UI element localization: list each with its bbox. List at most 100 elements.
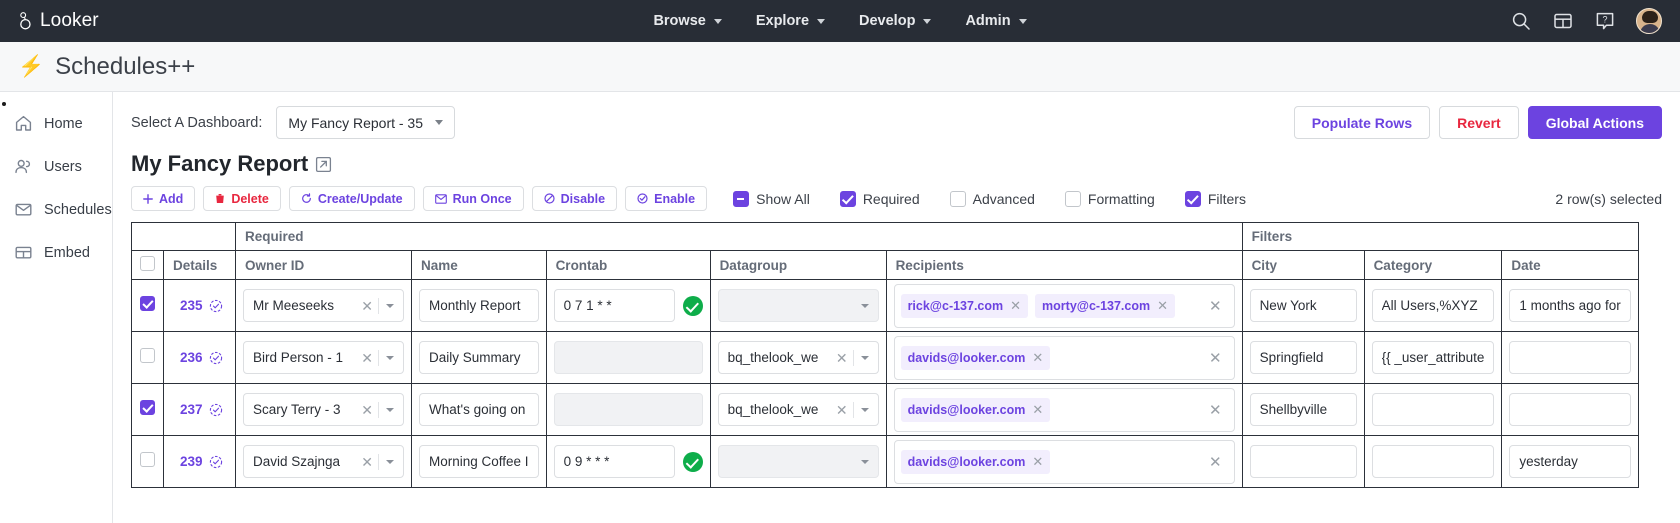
row-select-checkbox[interactable] — [140, 296, 155, 311]
name-field[interactable]: Morning Coffee I — [419, 445, 539, 478]
run-once-button[interactable]: Run Once — [423, 186, 524, 211]
sidebar-item-schedules[interactable]: Schedules — [0, 188, 112, 231]
global-actions-button[interactable]: Global Actions — [1528, 106, 1662, 139]
row-select-checkbox[interactable] — [140, 348, 155, 363]
clear-owner-icon[interactable]: ✕ — [356, 455, 378, 469]
crontab-field[interactable]: 0 9 * * * — [554, 445, 675, 478]
owner-id-field[interactable]: Bird Person - 1 ✕ — [243, 341, 404, 374]
looker-logo[interactable]: Looker — [18, 10, 99, 32]
checkbox-formatting[interactable]: Formatting — [1065, 191, 1155, 207]
clear-recipients-icon[interactable]: ✕ — [1203, 453, 1228, 471]
table-row[interactable]: 236 Bird Person - 1 ✕ Daily Summary — [132, 332, 1639, 384]
name-field[interactable]: Monthly Report — [419, 289, 539, 322]
recipients-field[interactable]: rick@c-137.com ✕ morty@c-137.com ✕ ✕ — [894, 284, 1235, 328]
clear-owner-icon[interactable]: ✕ — [356, 299, 378, 313]
chevron-down-icon[interactable] — [861, 408, 869, 412]
disable-button[interactable]: Disable — [532, 186, 617, 211]
row-select-cell[interactable] — [132, 436, 164, 488]
city-filter-field[interactable] — [1250, 445, 1357, 478]
row-select-cell[interactable] — [132, 280, 164, 332]
name-field[interactable]: Daily Summary — [419, 341, 539, 374]
sidebar-item-embed[interactable]: Embed — [0, 231, 112, 274]
checkbox-show-all[interactable]: Show All — [733, 191, 810, 207]
schedule-id[interactable]: 236 — [180, 350, 203, 365]
chevron-down-icon[interactable] — [386, 408, 394, 412]
row-select-checkbox[interactable] — [140, 400, 155, 415]
datagroup-field[interactable]: bq_thelook_we ✕ — [718, 341, 879, 374]
date-filter-field[interactable]: yesterday — [1509, 445, 1630, 478]
datagroup-field[interactable] — [718, 445, 879, 478]
date-filter-field[interactable] — [1509, 393, 1630, 426]
chevron-down-icon[interactable] — [861, 304, 869, 308]
category-filter-field[interactable] — [1372, 393, 1495, 426]
clear-recipients-icon[interactable]: ✕ — [1203, 349, 1228, 367]
nav-item-develop[interactable]: Develop — [859, 13, 931, 29]
row-select-checkbox[interactable] — [140, 452, 155, 467]
clear-owner-icon[interactable]: ✕ — [356, 351, 378, 365]
schedule-id[interactable]: 237 — [180, 402, 203, 417]
row-select-cell[interactable] — [132, 384, 164, 436]
recipients-field[interactable]: davids@looker.com ✕ ✕ — [894, 440, 1235, 484]
recipient-chip[interactable]: rick@c-137.com ✕ — [901, 294, 1028, 318]
crontab-field[interactable]: 0 7 1 * * — [554, 289, 675, 322]
marketplace-icon[interactable] — [1552, 10, 1574, 32]
name-field[interactable]: What's going on — [419, 393, 539, 426]
owner-id-field[interactable]: David Szajnga ✕ — [243, 445, 404, 478]
schedule-id[interactable]: 239 — [180, 454, 203, 469]
crontab-field[interactable] — [554, 341, 703, 374]
chevron-down-icon[interactable] — [861, 356, 869, 360]
show-all-checkbox[interactable] — [733, 191, 749, 207]
owner-id-field[interactable]: Mr Meeseeks ✕ — [243, 289, 404, 322]
details-history-icon[interactable] — [209, 455, 223, 469]
date-filter-field[interactable] — [1509, 341, 1630, 374]
help-icon[interactable]: ? — [1594, 10, 1616, 32]
table-row[interactable]: 235 Mr Meeseeks ✕ Monthly Report — [132, 280, 1639, 332]
owner-id-field[interactable]: Scary Terry - 3 ✕ — [243, 393, 404, 426]
revert-button[interactable]: Revert — [1439, 106, 1519, 139]
chevron-down-icon[interactable] — [386, 304, 394, 308]
avatar[interactable] — [1636, 8, 1662, 34]
row-select-cell[interactable] — [132, 332, 164, 384]
category-filter-field[interactable] — [1372, 445, 1495, 478]
city-filter-field[interactable]: New York — [1250, 289, 1357, 322]
external-link-icon[interactable] — [315, 156, 332, 173]
select-all-header[interactable] — [132, 251, 164, 280]
recipient-chip[interactable]: davids@looker.com ✕ — [901, 398, 1051, 422]
datagroup-field[interactable] — [718, 289, 879, 322]
checkbox-advanced[interactable]: Advanced — [950, 191, 1035, 207]
clear-recipients-icon[interactable]: ✕ — [1203, 297, 1228, 315]
category-filter-field[interactable]: {{ _user_attribute — [1372, 341, 1495, 374]
recipient-chip[interactable]: davids@looker.com ✕ — [901, 450, 1051, 474]
recipient-chip[interactable]: morty@c-137.com ✕ — [1035, 294, 1175, 318]
recipients-field[interactable]: davids@looker.com ✕ ✕ — [894, 388, 1235, 432]
details-history-icon[interactable] — [209, 299, 223, 313]
remove-recipient-icon[interactable]: ✕ — [1157, 298, 1168, 314]
category-filter-field[interactable]: All Users,%XYZ — [1372, 289, 1495, 322]
add-button[interactable]: Add — [131, 186, 195, 211]
checkbox-required[interactable]: Required — [840, 191, 920, 207]
recipients-field[interactable]: davids@looker.com ✕ ✕ — [894, 336, 1235, 380]
chevron-down-icon[interactable] — [386, 460, 394, 464]
create-update-button[interactable]: Create/Update — [289, 186, 415, 211]
nav-item-admin[interactable]: Admin — [965, 13, 1026, 29]
schedule-id[interactable]: 235 — [180, 298, 203, 313]
table-row[interactable]: 239 David Szajnga ✕ Morning Coffee I — [132, 436, 1639, 488]
select-all-checkbox[interactable] — [140, 256, 155, 271]
remove-recipient-icon[interactable]: ✕ — [1010, 298, 1021, 314]
crontab-field[interactable] — [554, 393, 703, 426]
populate-rows-button[interactable]: Populate Rows — [1294, 106, 1430, 139]
clear-datagroup-icon[interactable]: ✕ — [831, 403, 853, 417]
date-filter-field[interactable]: 1 months ago for — [1509, 289, 1630, 322]
chevron-down-icon[interactable] — [386, 356, 394, 360]
nav-item-browse[interactable]: Browse — [653, 13, 721, 29]
remove-recipient-icon[interactable]: ✕ — [1032, 402, 1043, 418]
formatting-checkbox[interactable] — [1065, 191, 1081, 207]
city-filter-field[interactable]: Springfield — [1250, 341, 1357, 374]
filters-checkbox[interactable] — [1185, 191, 1201, 207]
dashboard-select[interactable]: My Fancy Report - 35 — [276, 106, 455, 139]
clear-recipients-icon[interactable]: ✕ — [1203, 401, 1228, 419]
datagroup-field[interactable]: bq_thelook_we ✕ — [718, 393, 879, 426]
clear-datagroup-icon[interactable]: ✕ — [831, 351, 853, 365]
sidebar-item-users[interactable]: Users — [0, 145, 112, 188]
chevron-down-icon[interactable] — [861, 460, 869, 464]
